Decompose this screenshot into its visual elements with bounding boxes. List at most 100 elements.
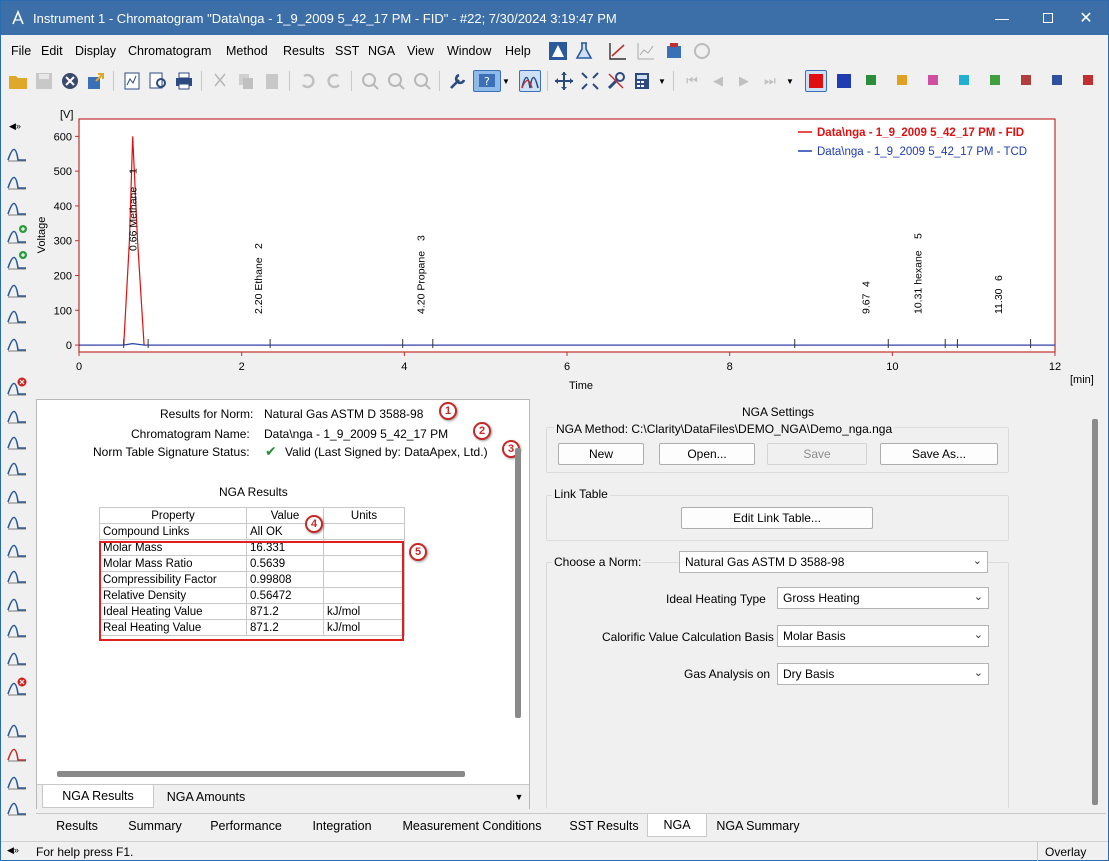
save-disabled-icon[interactable] — [33, 70, 55, 92]
peak-tool-icon[interactable] — [6, 303, 28, 325]
status-collapse-icon[interactable]: ◀» — [7, 845, 19, 856]
peak-tool-icon[interactable] — [6, 483, 28, 505]
color-swatch[interactable] — [959, 75, 969, 85]
calorific-basis-select[interactable]: Molar Basis ⌄ — [777, 625, 989, 647]
color-swatch[interactable] — [1021, 75, 1031, 85]
nav-dropdown-arrow[interactable]: ▼ — [785, 70, 795, 92]
calc-dropdown-arrow[interactable]: ▼ — [657, 70, 667, 92]
menu-help[interactable]: Help — [500, 42, 536, 60]
help-dropdown-arrow[interactable]: ▼ — [501, 70, 511, 92]
tab-results[interactable]: Results — [42, 814, 112, 837]
color-swatch[interactable] — [897, 75, 907, 85]
results-vertical-scrollbar[interactable] — [515, 448, 521, 718]
tools-icon[interactable] — [605, 70, 627, 92]
color-swatch[interactable] — [866, 75, 876, 85]
fit-icon[interactable] — [579, 70, 601, 92]
calibration-icon[interactable] — [607, 40, 629, 62]
menu-view[interactable]: View — [402, 42, 439, 60]
subtab-dropdown-arrow[interactable]: ▼ — [511, 785, 527, 808]
peak-tool-icon[interactable] — [6, 403, 28, 425]
peak-tool-icon[interactable] — [6, 795, 28, 817]
table-row[interactable]: Compound Links All OK — [99, 523, 405, 540]
unzoom-icon[interactable] — [411, 70, 433, 92]
peak-tool-icon[interactable] — [6, 169, 28, 191]
peak-tool-icon[interactable] — [6, 769, 28, 791]
peak-tool-icon[interactable] — [6, 537, 28, 559]
tab-nga-results[interactable]: NGA Results — [42, 785, 154, 808]
instrument-icon[interactable] — [547, 40, 569, 62]
menu-window[interactable]: Window — [442, 42, 496, 60]
peak-tool-icon[interactable] — [6, 563, 28, 585]
chromatogram-chart[interactable]: 600 500 400 300 200 100 0 0 2 4 6 8 10 12 [V] [min] Time… — [36, 99, 1106, 392]
move-icon[interactable] — [553, 70, 575, 92]
peak-tool-icon[interactable] — [6, 717, 28, 739]
save-as-button[interactable]: Save As... — [880, 443, 998, 465]
peak-tool-icon[interactable] — [6, 195, 28, 217]
close-button[interactable]: ✕ — [1063, 1, 1109, 35]
gas-analysis-select[interactable]: Dry Basis ⌄ — [777, 663, 989, 685]
peak-tool-icon[interactable] — [6, 141, 28, 163]
peak-tool-icon[interactable] — [6, 331, 28, 353]
tab-nga[interactable]: NGA — [647, 814, 707, 837]
tab-nga-amounts[interactable]: NGA Amounts — [155, 785, 257, 808]
color-swatch[interactable] — [990, 75, 1000, 85]
peak-tool-icon[interactable] — [6, 249, 28, 271]
menu-display[interactable]: Display — [70, 42, 121, 60]
color-swatch[interactable] — [928, 75, 938, 85]
color-swatch[interactable] — [1083, 75, 1093, 85]
peak-tool-icon[interactable] — [6, 591, 28, 613]
help-context-icon[interactable]: ? — [473, 70, 501, 92]
chart-disabled-icon[interactable] — [635, 40, 657, 62]
left-toolbar-collapse[interactable]: ◀» — [9, 121, 21, 132]
export-icon[interactable] — [85, 70, 107, 92]
print-preview-icon[interactable] — [147, 70, 169, 92]
peak-tool-icon[interactable] — [6, 617, 28, 639]
tab-nga-summary[interactable]: NGA Summary — [708, 814, 808, 837]
tab-performance[interactable]: Performance — [198, 814, 294, 837]
signal-red-swatch[interactable] — [805, 70, 827, 92]
settings-vertical-scrollbar[interactable] — [1092, 419, 1098, 805]
print-icon[interactable] — [173, 70, 195, 92]
header-property[interactable]: Property — [99, 507, 247, 524]
next-icon[interactable]: ▶ — [733, 70, 755, 92]
first-icon[interactable]: ⏮ — [681, 70, 703, 92]
zoom-in-icon[interactable] — [385, 70, 407, 92]
menu-nga[interactable]: NGA — [363, 42, 400, 60]
peak-tool-icon[interactable] — [6, 509, 28, 531]
header-units[interactable]: Units — [323, 507, 405, 524]
zoom-out-icon[interactable] — [359, 70, 381, 92]
redo-icon[interactable] — [323, 70, 345, 92]
peak-tool-icon[interactable] — [6, 429, 28, 451]
close-file-icon[interactable] — [59, 70, 81, 92]
new-button[interactable]: New — [558, 443, 644, 465]
open-folder-icon[interactable] — [7, 70, 29, 92]
menu-method[interactable]: Method — [221, 42, 273, 60]
tab-sst-results[interactable]: SST Results — [556, 814, 652, 837]
signal-blue-swatch[interactable] — [833, 70, 855, 92]
paste-icon[interactable] — [261, 70, 283, 92]
tab-integration[interactable]: Integration — [296, 814, 388, 837]
peak-tool-icon[interactable] — [6, 645, 28, 667]
flask-icon[interactable] — [573, 40, 595, 62]
device-monitor-icon[interactable] — [663, 40, 685, 62]
calculator-icon[interactable] — [631, 70, 653, 92]
tab-measurement-conditions[interactable]: Measurement Conditions — [390, 814, 554, 837]
edit-link-table-button[interactable]: Edit Link Table... — [681, 507, 873, 529]
peak-tool-icon[interactable] — [6, 223, 28, 245]
peak-tool-icon[interactable] — [6, 741, 28, 763]
results-horizontal-scrollbar[interactable] — [57, 771, 465, 777]
minimize-button[interactable]: — — [979, 1, 1025, 35]
menu-file[interactable]: File — [6, 42, 36, 60]
save-button[interactable]: Save — [767, 443, 867, 465]
open-button[interactable]: Open... — [659, 443, 755, 465]
tab-summary[interactable]: Summary — [114, 814, 196, 837]
copy-icon[interactable] — [235, 70, 257, 92]
disabled-circle-icon[interactable] — [691, 40, 713, 62]
menu-chromatogram[interactable]: Chromatogram — [123, 42, 216, 60]
peak-tool-icon[interactable] — [6, 675, 28, 697]
undo-icon[interactable] — [297, 70, 319, 92]
peak-tool-icon[interactable] — [6, 455, 28, 477]
color-swatch[interactable] — [1052, 75, 1062, 85]
menu-sst[interactable]: SST — [330, 42, 364, 60]
previous-icon[interactable]: ◀ — [707, 70, 729, 92]
